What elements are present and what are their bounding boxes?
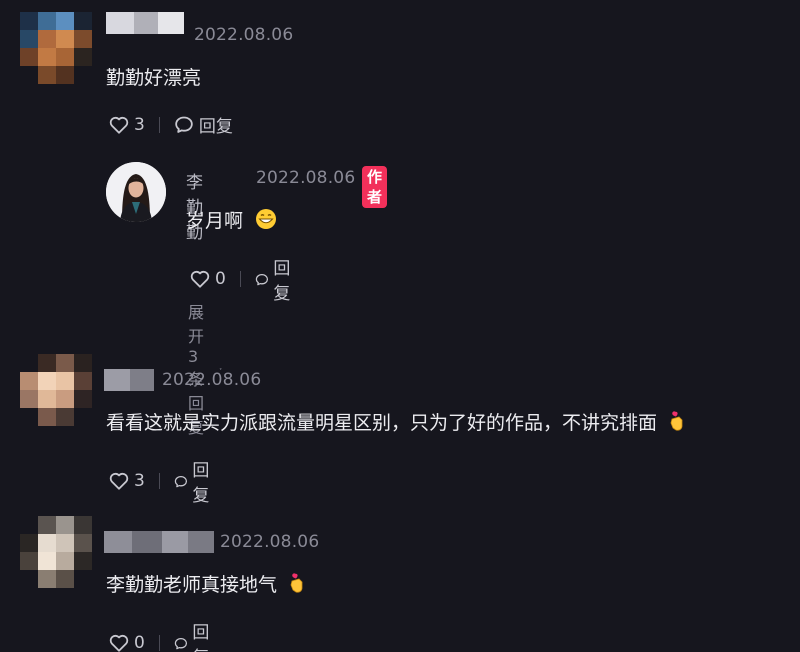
reply-button[interactable]: 回复	[174, 618, 216, 652]
like-button[interactable]: 3	[109, 115, 145, 135]
heart-outline-icon	[190, 270, 210, 288]
heart-outline-icon	[109, 634, 129, 652]
author-badge: 作者	[362, 166, 388, 208]
reply-actions: 0 回复	[190, 254, 297, 304]
comment-text-content: 李勤勤老师真接地气	[106, 574, 278, 596]
avatar[interactable]	[20, 354, 92, 426]
avatar[interactable]	[20, 516, 92, 588]
action-divider	[158, 473, 160, 489]
grin-emoji	[255, 208, 277, 235]
like-button[interactable]: 0	[190, 269, 226, 289]
reply-button[interactable]: 回复	[174, 456, 216, 506]
like-count: 3	[134, 114, 145, 135]
finger-heart-emoji	[667, 410, 687, 437]
reply-timestamp: 2022.08.06	[256, 168, 356, 188]
reply-text-content: 岁月啊	[186, 210, 244, 232]
username-blurred[interactable]	[106, 12, 184, 34]
avatar[interactable]	[20, 12, 92, 84]
comment-thread: 2022.08.06 勤勤好漂亮 3 回复 李勤勤 2022.08.06 作者 …	[0, 0, 800, 652]
comment-bubble-icon	[174, 475, 187, 487]
reply-text: 岁月啊	[186, 206, 277, 235]
reply-label: 回复	[192, 461, 210, 506]
action-divider	[239, 271, 241, 287]
like-count: 0	[215, 269, 226, 289]
reply-button[interactable]: 回复	[255, 254, 297, 304]
comment-actions: 0 回复	[109, 618, 216, 652]
comment-bubble-icon	[175, 116, 193, 133]
comment-bubble-icon	[255, 273, 268, 285]
comment-item: 2022.08.06 勤勤好漂亮 3 回复 李勤勤 2022.08.06 作者 …	[0, 0, 800, 437]
comment-actions: 3 回复	[109, 112, 233, 137]
action-divider	[158, 635, 160, 651]
reply-label: 回复	[192, 623, 210, 652]
comment-actions: 3 回复	[109, 456, 216, 506]
comment-text: 李勤勤老师真接地气	[106, 570, 307, 599]
comment-text-content: 看看这就是实力派跟流量明星区别，只为了好的作品，不讲究排面	[106, 412, 658, 434]
comment-text: 勤勤好漂亮	[106, 67, 202, 89]
username-blurred[interactable]	[104, 531, 214, 553]
username-blurred[interactable]	[104, 369, 154, 391]
comment-timestamp: 2022.08.06	[162, 370, 262, 390]
like-count: 3	[134, 471, 145, 491]
comment-timestamp: 2022.08.06	[220, 532, 320, 552]
comment-timestamp: 2022.08.06	[194, 25, 294, 45]
reply-label: 回复	[273, 259, 291, 304]
reply-label: 回复	[198, 117, 233, 137]
like-button[interactable]: 0	[109, 633, 145, 652]
comment-bubble-icon	[174, 637, 187, 649]
author-avatar[interactable]	[106, 162, 166, 222]
finger-heart-emoji	[287, 572, 307, 599]
comment-text: 看看这就是实力派跟流量明星区别，只为了好的作品，不讲究排面	[106, 408, 687, 437]
heart-outline-icon	[109, 472, 129, 490]
like-button[interactable]: 3	[109, 471, 145, 491]
reply-button[interactable]: 回复	[174, 112, 233, 137]
author-portrait-icon	[106, 162, 166, 222]
like-count: 0	[134, 633, 145, 652]
action-divider	[158, 116, 160, 133]
heart-outline-icon	[109, 116, 129, 134]
